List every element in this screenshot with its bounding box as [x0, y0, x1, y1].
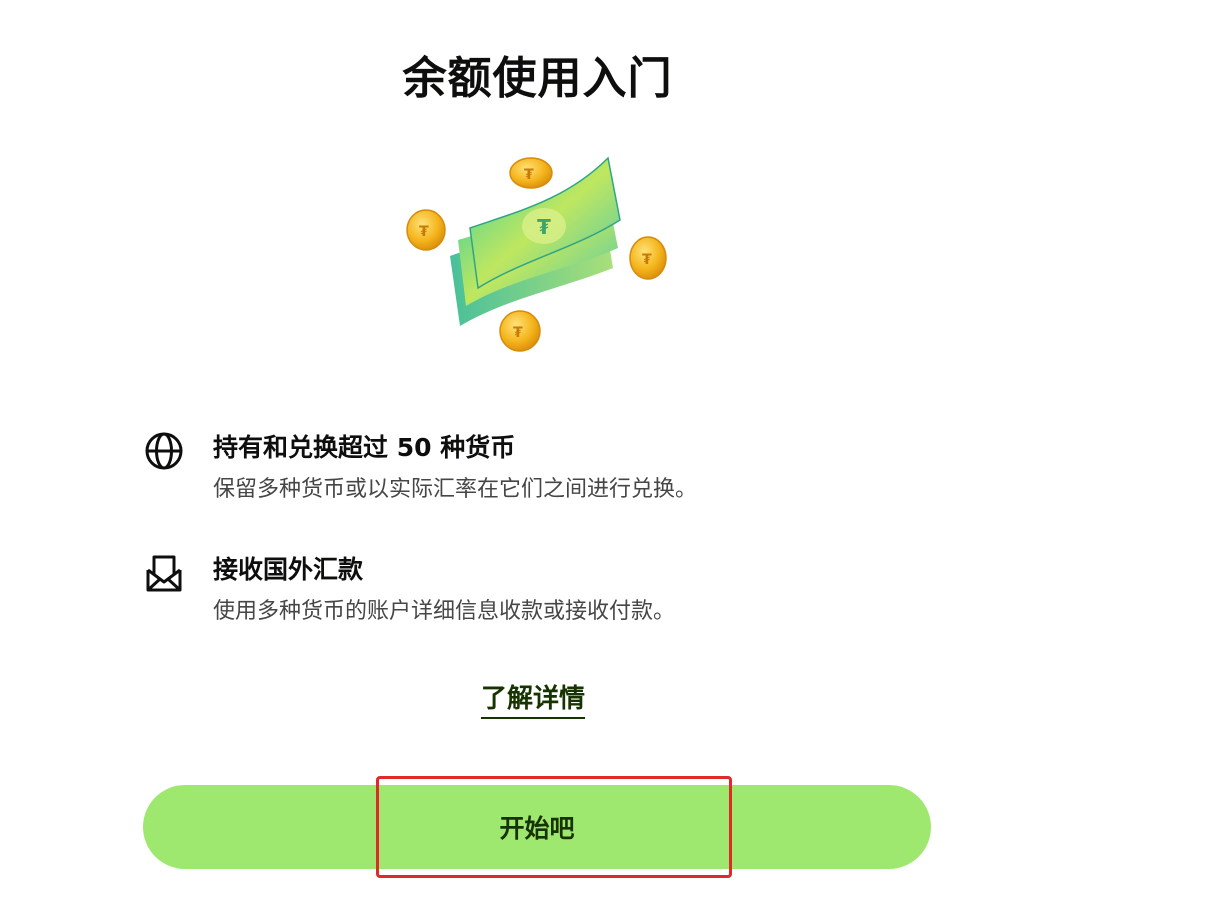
svg-text:₮: ₮: [513, 325, 523, 341]
svg-text:₮: ₮: [642, 252, 652, 268]
money-coins-illustration: ₮ ₮ ₮ ₮ ₮: [406, 156, 667, 352]
globe-icon: [145, 432, 183, 470]
learn-more-link[interactable]: 了解详情: [481, 682, 586, 719]
feature-description: 使用多种货币的账户详细信息收款或接收付款。: [213, 599, 676, 624]
feature-receive-money: 接收国外汇款 使用多种货币的账户详细信息收款或接收付款。: [143, 550, 943, 630]
get-started-button[interactable]: 开始吧: [143, 785, 931, 869]
envelope-open-icon: [146, 555, 182, 592]
balance-intro-page: 余额使用入门 ₮ ₮ ₮ ₮ ₮ 持有和兑换超过 50 种货币 保留多种货币或以…: [0, 0, 1223, 914]
feature-multi-currency: 持有和兑换超过 50 种货币 保留多种货币或以实际汇率在它们之间进行兑换。: [143, 428, 943, 508]
feature-title: 持有和兑换超过 50 种货币: [213, 433, 516, 462]
svg-text:₮: ₮: [537, 215, 551, 239]
page-title: 余额使用入门: [402, 53, 673, 105]
feature-description: 保留多种货币或以实际汇率在它们之间进行兑换。: [213, 477, 698, 502]
svg-text:₮: ₮: [524, 167, 534, 183]
feature-title: 接收国外汇款: [213, 555, 364, 584]
svg-text:₮: ₮: [419, 224, 429, 240]
